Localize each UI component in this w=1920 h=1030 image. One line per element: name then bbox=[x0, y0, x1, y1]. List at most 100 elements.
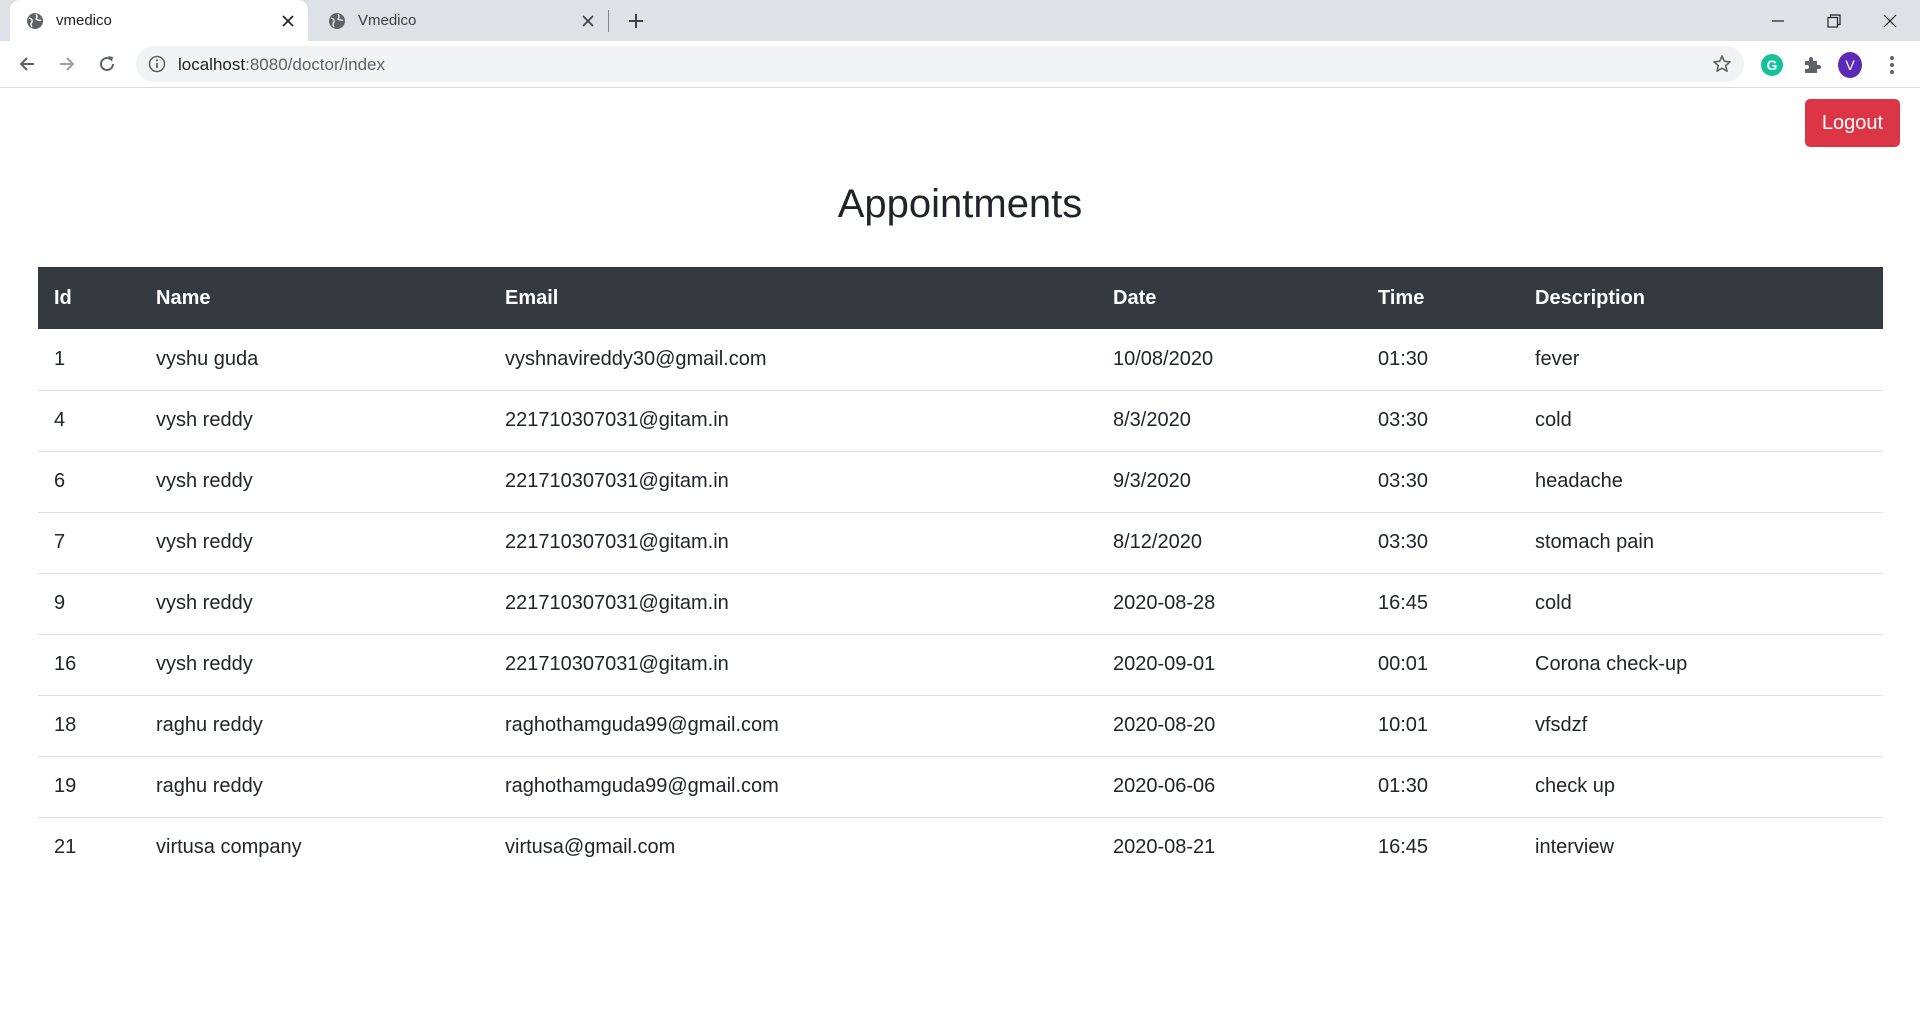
tab-separator bbox=[608, 10, 609, 32]
cell-email: vyshnavireddy30@gmail.com bbox=[489, 329, 1097, 391]
table-row: 21 virtusa company virtusa@gmail.com 202… bbox=[38, 817, 1883, 878]
cell-name: raghu reddy bbox=[140, 695, 489, 757]
cell-description: stomach pain bbox=[1519, 512, 1883, 574]
column-header-description: Description bbox=[1519, 267, 1883, 329]
cell-time: 16:45 bbox=[1362, 573, 1519, 635]
cell-id: 1 bbox=[38, 329, 140, 391]
table-body: 1 vyshu guda vyshnavireddy30@gmail.com 1… bbox=[38, 329, 1883, 878]
star-icon[interactable] bbox=[1712, 54, 1732, 74]
cell-description: vfsdzf bbox=[1519, 695, 1883, 757]
profile-button[interactable]: V bbox=[1838, 52, 1862, 78]
cell-date: 2020-09-01 bbox=[1097, 634, 1362, 696]
column-header-id: Id bbox=[38, 267, 140, 329]
close-tab-icon[interactable] bbox=[576, 9, 600, 33]
cell-email: virtusa@gmail.com bbox=[505, 836, 676, 859]
cell-description: interview bbox=[1535, 836, 1614, 859]
cell-time: 03:30 bbox=[1362, 512, 1519, 574]
cell-date: 8/12/2020 bbox=[1097, 512, 1362, 574]
logout-button[interactable]: Logout bbox=[1805, 99, 1900, 147]
cell-id: 9 bbox=[38, 573, 140, 635]
cell-id: 4 bbox=[38, 390, 140, 452]
table-row: 4 vysh reddy 221710307031@gitam.in 8/3/2… bbox=[38, 390, 1883, 452]
cell-description: cold bbox=[1519, 390, 1883, 452]
table-row: 19 raghu reddy raghothamguda99@gmail.com… bbox=[38, 756, 1883, 818]
cell-name: virtusa company bbox=[156, 836, 302, 859]
cell-description: check up bbox=[1519, 756, 1883, 818]
cell-email: raghothamguda99@gmail.com bbox=[489, 695, 1097, 757]
cell-description: cold bbox=[1519, 573, 1883, 635]
cell-id: 6 bbox=[38, 451, 140, 513]
cell-time: 01:30 bbox=[1362, 756, 1519, 818]
browser-menu-button[interactable] bbox=[1880, 53, 1904, 77]
column-header-date: Date bbox=[1097, 267, 1362, 329]
cell-time: 00:01 bbox=[1362, 634, 1519, 696]
close-icon bbox=[1883, 14, 1897, 27]
address-bar[interactable]: localhost:8080/doctor/index bbox=[136, 46, 1744, 82]
close-window-button[interactable] bbox=[1862, 0, 1918, 41]
cell-date: 2020-08-28 bbox=[1097, 573, 1362, 635]
plus-icon bbox=[629, 14, 643, 28]
cell-email: 221710307031@gitam.in bbox=[489, 390, 1097, 452]
grammarly-icon: G bbox=[1761, 54, 1783, 76]
cell-date: 10/08/2020 bbox=[1097, 329, 1362, 391]
tab-title: Vmedico bbox=[358, 12, 417, 29]
cell-date: 8/3/2020 bbox=[1097, 390, 1362, 452]
kebab-menu-icon bbox=[1890, 56, 1894, 74]
url-host: localhost bbox=[178, 55, 246, 74]
url-text: localhost:8080/doctor/index bbox=[178, 55, 385, 75]
cell-id: 7 bbox=[38, 512, 140, 574]
cell-date: 9/3/2020 bbox=[1097, 451, 1362, 513]
cell-name: vyshu guda bbox=[140, 329, 489, 391]
close-tab-icon[interactable] bbox=[276, 9, 300, 33]
tab-vmedico-inactive[interactable]: Vmedico bbox=[312, 0, 608, 41]
table-row: 1 vyshu guda vyshnavireddy30@gmail.com 1… bbox=[38, 329, 1883, 391]
reload-icon bbox=[100, 56, 114, 71]
info-icon[interactable] bbox=[148, 55, 166, 73]
restore-icon bbox=[1827, 13, 1841, 28]
cell-id: 21 bbox=[54, 836, 77, 859]
cell-name: vysh reddy bbox=[140, 451, 489, 513]
cell-date: 2020-06-06 bbox=[1097, 756, 1362, 818]
cell-name: vysh reddy bbox=[140, 573, 489, 635]
back-button[interactable] bbox=[12, 49, 42, 79]
extensions-button[interactable] bbox=[1800, 53, 1824, 77]
column-header-email: Email bbox=[489, 267, 1097, 329]
table-row: 9 vysh reddy 221710307031@gitam.in 2020-… bbox=[38, 573, 1883, 635]
cell-description: Corona check-up bbox=[1519, 634, 1883, 696]
cell-date: 2020-08-21 bbox=[1113, 836, 1216, 859]
browser-tabstrip: vmedico Vmedico bbox=[0, 0, 1920, 41]
table-row: 16 vysh reddy 221710307031@gitam.in 2020… bbox=[38, 634, 1883, 696]
table-row: 6 vysh reddy 221710307031@gitam.in 9/3/2… bbox=[38, 451, 1883, 513]
minimize-button[interactable] bbox=[1750, 0, 1806, 41]
grammarly-extension-button[interactable]: G bbox=[1760, 53, 1784, 77]
cell-name: vysh reddy bbox=[140, 634, 489, 696]
cell-time: 16:45 bbox=[1378, 836, 1429, 859]
cell-time: 01:30 bbox=[1362, 329, 1519, 391]
tab-vmedico-active[interactable]: vmedico bbox=[10, 0, 308, 41]
appointments-table: Id Name Email Date Time Description 1 vy… bbox=[38, 267, 1883, 878]
reload-button[interactable] bbox=[92, 49, 122, 79]
tab-title: vmedico bbox=[56, 12, 112, 29]
globe-icon bbox=[27, 12, 43, 29]
cell-id: 16 bbox=[38, 634, 140, 696]
avatar: V bbox=[1838, 52, 1862, 78]
new-tab-button[interactable] bbox=[622, 7, 650, 35]
cell-id: 18 bbox=[38, 695, 140, 757]
cell-id: 19 bbox=[38, 756, 140, 818]
browser-toolbar: localhost:8080/doctor/index G V bbox=[0, 41, 1920, 88]
forward-button[interactable] bbox=[52, 49, 82, 79]
minimize-icon bbox=[1772, 19, 1784, 22]
cell-email: 221710307031@gitam.in bbox=[489, 512, 1097, 574]
cell-description: fever bbox=[1519, 329, 1883, 391]
cell-email: raghothamguda99@gmail.com bbox=[489, 756, 1097, 818]
column-header-time: Time bbox=[1362, 267, 1519, 329]
restore-button[interactable] bbox=[1806, 0, 1862, 41]
globe-icon bbox=[329, 12, 345, 29]
cell-time: 10:01 bbox=[1362, 695, 1519, 757]
cell-email: 221710307031@gitam.in bbox=[489, 634, 1097, 696]
table-row: 18 raghu reddy raghothamguda99@gmail.com… bbox=[38, 695, 1883, 757]
url-path: :8080/doctor/index bbox=[245, 55, 385, 74]
cell-description: headache bbox=[1519, 451, 1883, 513]
cell-time: 03:30 bbox=[1362, 390, 1519, 452]
cell-email: 221710307031@gitam.in bbox=[489, 573, 1097, 635]
